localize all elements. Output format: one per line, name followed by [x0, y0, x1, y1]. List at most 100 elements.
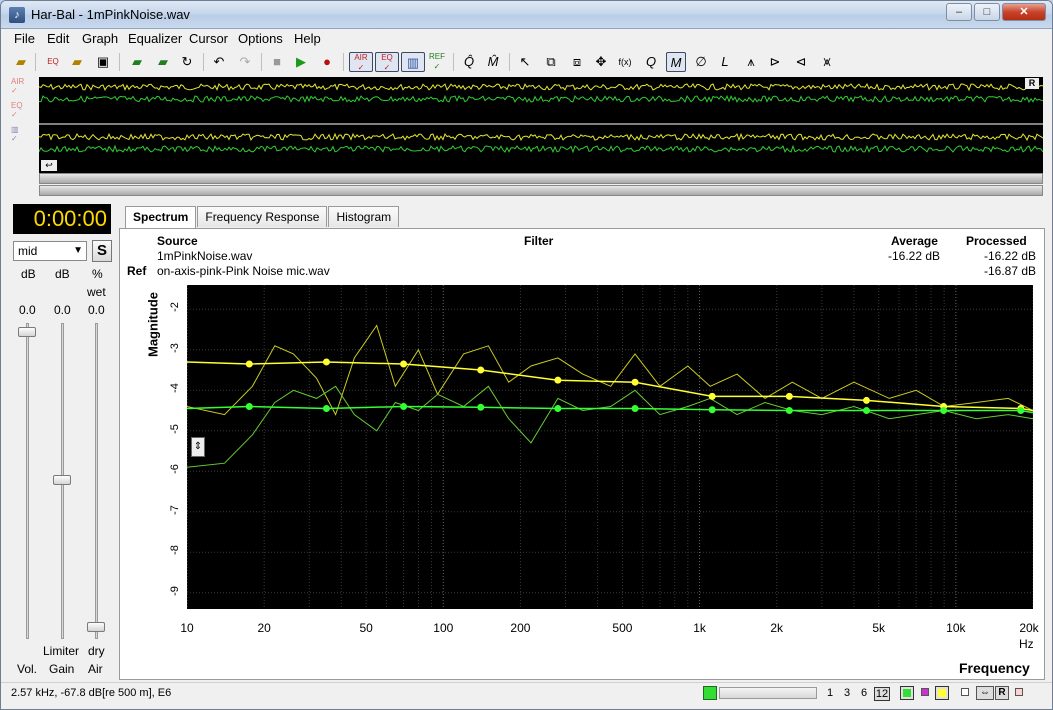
green-swatch: [903, 689, 911, 697]
undo-icon[interactable]: ↶: [209, 52, 229, 72]
x-tick-label: 20k: [1019, 621, 1039, 635]
octave-12-button[interactable]: 12: [874, 687, 890, 701]
stop-icon[interactable]: ■: [267, 52, 287, 72]
pointer-icon[interactable]: ↖: [515, 52, 535, 72]
average-header: Average: [891, 234, 938, 248]
show-magenta-toggle[interactable]: [919, 686, 933, 700]
mode-select[interactable]: mid ▼: [13, 241, 87, 261]
y-tick-label: -9: [169, 585, 181, 596]
bandpass-icon[interactable]: ⩙: [817, 52, 837, 72]
harbal-app-icon[interactable]: ♪: [9, 7, 25, 23]
eq-node-point: [862, 407, 870, 415]
x-tick-label: 2k: [770, 621, 784, 635]
wet-label: wet: [87, 285, 106, 299]
ref-marker-button[interactable]: R: [995, 686, 1009, 700]
empty-swatch: [961, 688, 969, 696]
high-shelf-icon[interactable]: ⊳: [765, 52, 785, 72]
octave-3-button[interactable]: 3: [844, 687, 850, 699]
time-display: 0:00:00: [13, 204, 111, 234]
tab-spectrum[interactable]: Spectrum: [125, 206, 197, 229]
wave-compare-icon[interactable]: ▥ ✓: [11, 125, 33, 143]
close-button[interactable]: ✕: [1002, 3, 1046, 21]
air-toggle-icon[interactable]: AIR ✓: [349, 52, 373, 72]
redo-icon[interactable]: ↷: [235, 52, 255, 72]
vol-slider-thumb[interactable]: [18, 327, 36, 337]
record-icon[interactable]: ●: [317, 52, 337, 72]
waveform-scrollbar[interactable]: [39, 173, 1043, 184]
menu-equalizer[interactable]: Equalizer: [128, 31, 182, 46]
eq-toggle-icon[interactable]: EQ ✓: [375, 52, 399, 72]
l-tool-icon[interactable]: L: [715, 52, 735, 72]
refresh-icon[interactable]: ↻: [177, 52, 197, 72]
zoom-in-icon[interactable]: ⧉: [541, 52, 561, 72]
m-tool-icon[interactable]: M: [666, 52, 686, 72]
wave-eq-text: EQ: [11, 101, 23, 110]
title-bar[interactable]: ♪ Har-Bal - 1mPinkNoise.wav ‒ □ ✕: [1, 1, 1052, 29]
level-meter: [719, 687, 817, 699]
air-label: Air: [88, 662, 103, 676]
air-slider-thumb[interactable]: [87, 622, 105, 632]
function-icon[interactable]: f(x): [615, 52, 635, 72]
minimize-button[interactable]: ‒: [946, 3, 972, 21]
open-folder-icon[interactable]: ▰: [11, 52, 31, 72]
waveform-scrollbar-2[interactable]: [39, 185, 1043, 196]
menu-cursor[interactable]: Cursor: [189, 31, 228, 46]
wave-air-label[interactable]: AIR ✓: [11, 77, 33, 95]
tab-histogram[interactable]: Histogram: [328, 206, 400, 227]
pan-icon[interactable]: ✥: [591, 52, 611, 72]
peak-tool-icon[interactable]: ⩚: [741, 52, 761, 72]
menu-graph[interactable]: Graph: [82, 31, 118, 46]
x-tick-label: 20: [257, 621, 271, 635]
menu-help[interactable]: Help: [294, 31, 321, 46]
tab-frequency-response[interactable]: Frequency Response: [197, 206, 328, 227]
spectrum-plot[interactable]: ⇕: [186, 285, 1034, 609]
ref-toggle-icon[interactable]: REF ✓: [427, 52, 447, 72]
waveform-right-marker[interactable]: R: [1025, 78, 1039, 89]
null-tool-icon[interactable]: ∅: [691, 52, 711, 72]
filter-header: Filter: [524, 234, 554, 248]
maximize-button[interactable]: □: [974, 3, 1000, 21]
q-tool-icon[interactable]: Q: [641, 52, 661, 72]
compare-toggle-icon[interactable]: ▥: [401, 52, 425, 72]
menu-file[interactable]: File: [14, 31, 35, 46]
open-eq-icon[interactable]: ▰: [67, 52, 87, 72]
vol-slider-track[interactable]: [26, 323, 29, 639]
show-green-toggle[interactable]: [900, 686, 914, 700]
red-toggle[interactable]: [1013, 686, 1027, 700]
eq-node-point: [862, 396, 870, 404]
q-hat-icon[interactable]: Q̂: [459, 52, 479, 72]
menu-options[interactable]: Options: [238, 31, 283, 46]
vol-value: 0.0: [19, 303, 36, 317]
vertical-scale-icon[interactable]: ⇕: [191, 437, 205, 457]
x-axis-unit: Hz: [1019, 637, 1034, 651]
waveform-loop-icon[interactable]: ↩: [41, 160, 57, 171]
low-shelf-icon[interactable]: ⊲: [791, 52, 811, 72]
waveform-view[interactable]: R ↩: [38, 77, 1044, 173]
octave-6-button[interactable]: 6: [861, 687, 867, 699]
open-ref2-icon[interactable]: ▰: [153, 52, 173, 72]
waveform-svg: [38, 83, 1044, 154]
wave-eq-label[interactable]: EQ ✓: [11, 101, 33, 119]
save-icon[interactable]: ▣: [93, 52, 113, 72]
new-eq-icon[interactable]: EQ: [43, 52, 63, 72]
octave-1-button[interactable]: 1: [827, 687, 833, 699]
x-tick-label: 10k: [946, 621, 966, 635]
show-yellow-toggle[interactable]: [935, 686, 949, 700]
empty-toggle[interactable]: [959, 686, 973, 700]
red-swatch: [1015, 688, 1023, 696]
s-button[interactable]: S: [92, 240, 112, 262]
swap-icon[interactable]: ⇔: [976, 686, 994, 700]
vol-unit-label: dB: [21, 267, 36, 281]
play-icon[interactable]: ▶: [291, 52, 311, 72]
status-bar: 2.57 kHz, -67.8 dB[re 500 m], E6 1 3 6 1…: [1, 682, 1052, 709]
menu-edit[interactable]: Edit: [47, 31, 69, 46]
source-header: Source: [157, 234, 198, 248]
open-ref-icon[interactable]: ▰: [127, 52, 147, 72]
gain-slider-thumb[interactable]: [53, 475, 71, 485]
y-tick-label: -4: [169, 383, 181, 394]
eq-node-point: [785, 392, 793, 400]
zoom-out-icon[interactable]: ⧈: [567, 52, 587, 72]
wave-air-text: AIR: [11, 77, 25, 86]
m-hat-icon[interactable]: M̂: [483, 52, 503, 72]
air-slider-track[interactable]: [95, 323, 98, 639]
